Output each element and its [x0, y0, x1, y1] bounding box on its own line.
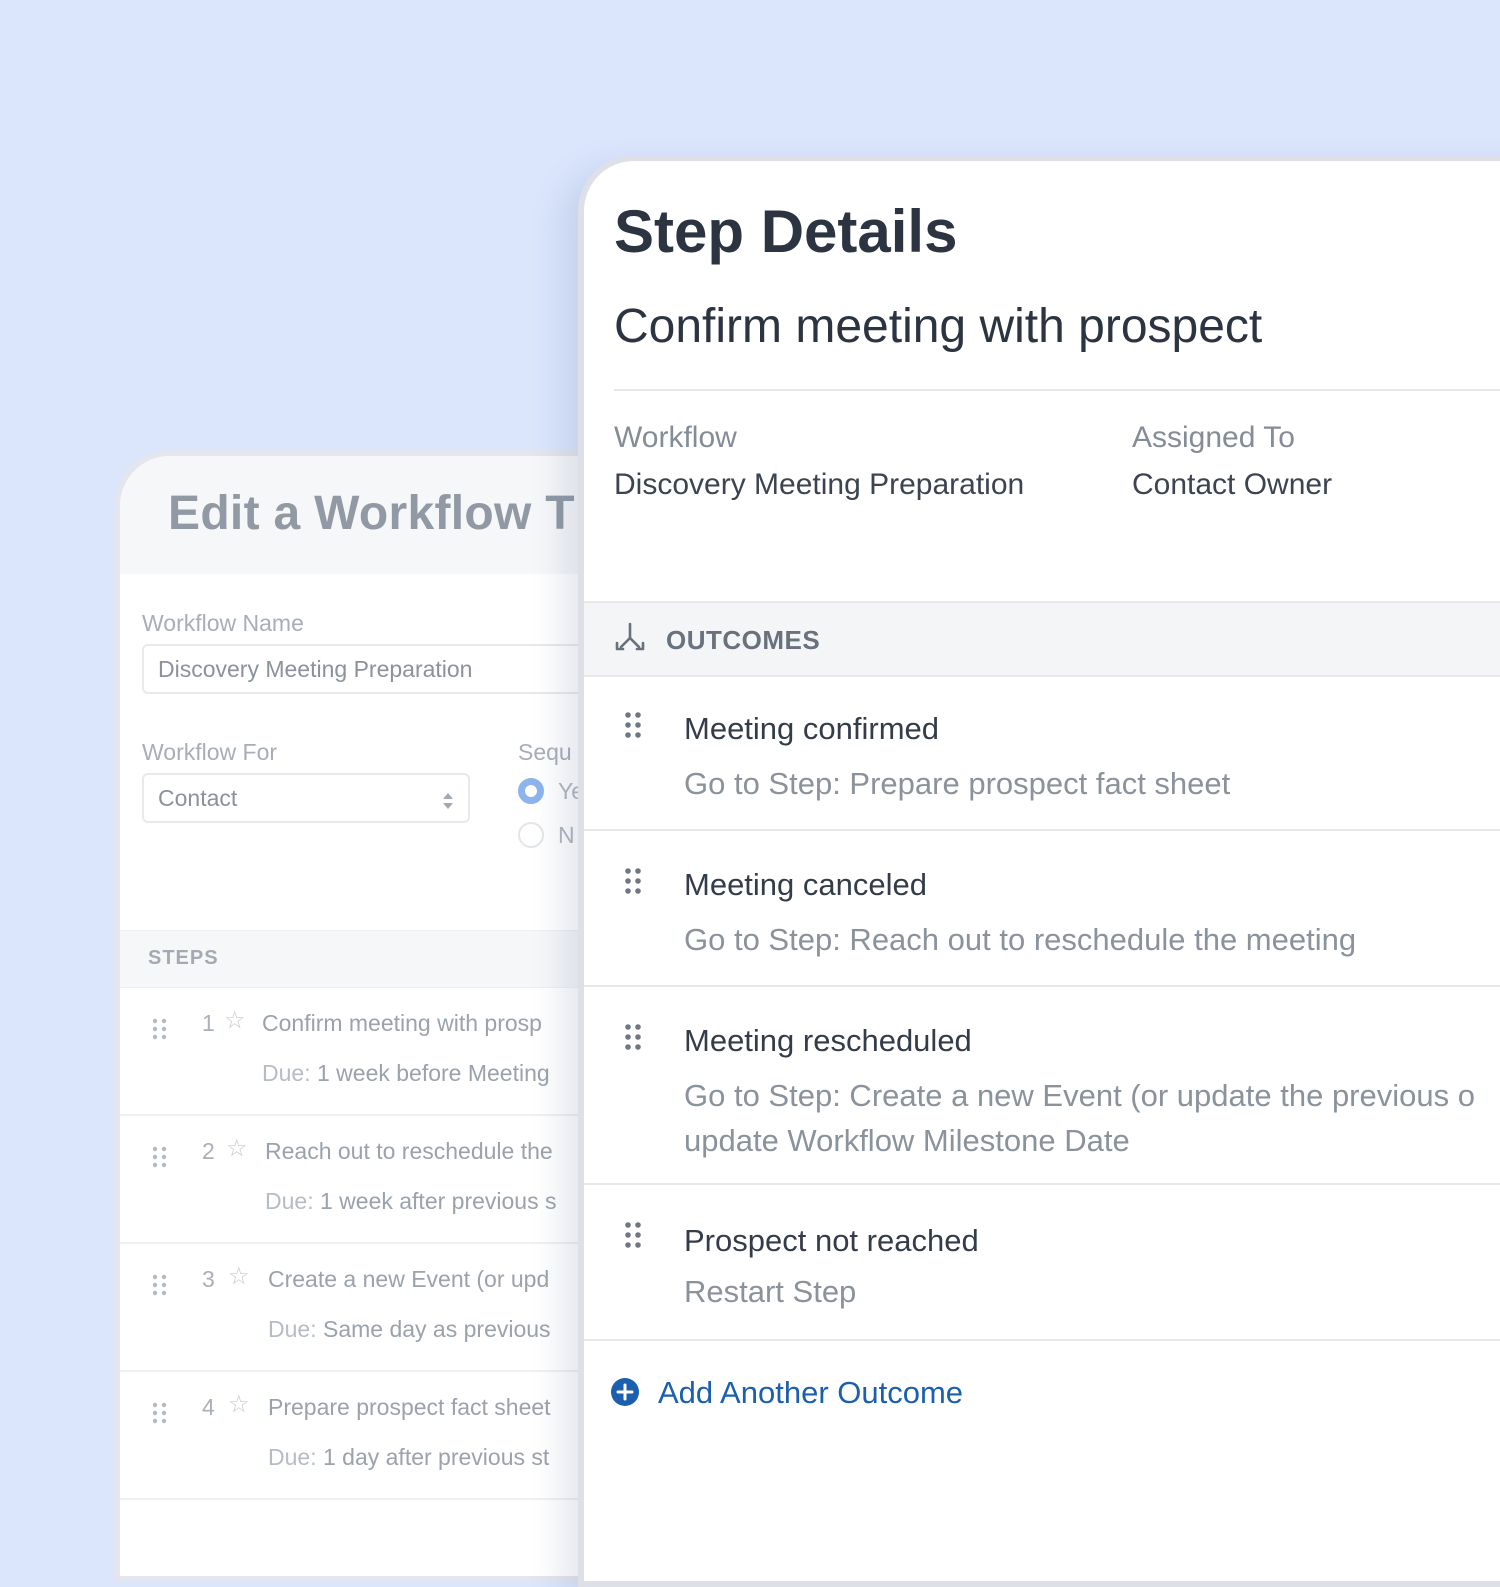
sequential-yes-radio[interactable] — [518, 778, 544, 804]
sequential-no-label: N — [558, 822, 575, 848]
branch-arrows-icon — [615, 622, 645, 651]
due-value: 1 day after previous st — [322, 1444, 550, 1470]
step-title: Confirm meeting with prosp — [262, 1010, 542, 1036]
drag-handle-icon[interactable] — [152, 1146, 168, 1168]
step-due: Due: Same day as previous — [268, 1316, 551, 1343]
outcome-description: Go to Step: Create a new Event (or updat… — [684, 1073, 1475, 1163]
outcome-item[interactable]: Prospect not reached Restart Step — [584, 1185, 1500, 1341]
outcome-description: Go to Step: Prepare prospect fact sheet — [684, 766, 1231, 801]
step-details-title: Step Details — [614, 198, 958, 265]
workflow-for-value: Contact — [158, 785, 238, 811]
workflow-for-label: Workflow For — [142, 739, 278, 765]
divider — [614, 389, 1500, 391]
due-label: Due: — [262, 1060, 311, 1086]
drag-handle-icon[interactable] — [624, 1221, 642, 1249]
due-label: Due: — [268, 1316, 317, 1342]
step-number: 1 — [202, 1010, 215, 1036]
outcome-description-line: Go to Step: Create a new Event (or updat… — [684, 1078, 1475, 1113]
step-details-panel: Step Details Confirm meeting with prospe… — [578, 155, 1500, 1587]
drag-handle-icon[interactable] — [624, 711, 642, 739]
due-value: 1 week after previous s — [319, 1188, 557, 1214]
drag-handle-icon[interactable] — [152, 1402, 168, 1424]
assigned-to-label: Assigned To — [1132, 421, 1295, 454]
step-due: Due: 1 week after previous s — [265, 1188, 557, 1215]
due-label: Due: — [268, 1444, 317, 1470]
step-number: 3 — [202, 1266, 215, 1292]
step-title: Prepare prospect fact sheet — [268, 1394, 551, 1420]
assigned-to-value: Contact Owner — [1132, 468, 1333, 501]
add-another-outcome-label: Add Another Outcome — [658, 1375, 964, 1410]
step-due: Due: 1 day after previous st — [268, 1444, 549, 1471]
drag-handle-icon[interactable] — [152, 1274, 168, 1296]
workflow-value[interactable]: Discovery Meeting Preparation — [614, 468, 1024, 502]
outcome-title: Meeting canceled — [684, 867, 927, 902]
step-due: Due: 1 week before Meeting — [262, 1060, 550, 1087]
due-value: Same day as previous — [322, 1316, 551, 1342]
outcome-title: Meeting confirmed — [684, 711, 940, 746]
drag-handle-icon[interactable] — [152, 1018, 168, 1040]
drag-handle-icon[interactable] — [624, 1023, 642, 1051]
select-arrows-icon — [443, 793, 453, 809]
sequential-label: Sequ — [518, 739, 572, 765]
drag-handle-icon[interactable] — [624, 867, 642, 895]
step-name: Confirm meeting with prospect — [614, 300, 1263, 353]
due-value: 1 week before Meeting — [316, 1060, 550, 1086]
outcome-item[interactable]: Meeting confirmed Go to Step: Prepare pr… — [584, 675, 1500, 831]
outcomes-label: OUTCOMES — [666, 625, 821, 655]
workflow-name-label: Workflow Name — [142, 610, 304, 636]
edit-workflow-title: Edit a Workflow T — [168, 487, 575, 540]
outcome-description-line: update Workflow Milestone Date — [684, 1123, 1130, 1158]
outcomes-section-header: OUTCOMES — [584, 601, 1500, 677]
steps-label: STEPS — [148, 947, 219, 969]
workflow-label: Workflow — [614, 421, 737, 454]
plus-circle-icon — [611, 1378, 639, 1406]
outcome-item[interactable]: Meeting canceled Go to Step: Reach out t… — [584, 831, 1500, 987]
step-title: Reach out to reschedule the — [265, 1138, 553, 1164]
star-outline-icon[interactable]: ☆ — [228, 1390, 250, 1419]
outcome-item[interactable]: Meeting rescheduled Go to Step: Create a… — [584, 987, 1500, 1185]
star-outline-icon[interactable]: ☆ — [224, 1006, 246, 1035]
star-outline-icon[interactable]: ☆ — [228, 1262, 250, 1291]
step-title: Create a new Event (or upd — [268, 1266, 550, 1292]
due-label: Due: — [265, 1188, 314, 1214]
step-number: 4 — [202, 1394, 215, 1420]
star-outline-icon[interactable]: ☆ — [226, 1134, 248, 1163]
sequential-no-radio[interactable] — [518, 822, 544, 848]
outcome-title: Prospect not reached — [684, 1223, 979, 1258]
outcome-description: Go to Step: Reach out to reschedule the … — [684, 922, 1357, 957]
workflow-for-select[interactable]: Contact — [142, 773, 470, 823]
outcome-title: Meeting rescheduled — [684, 1023, 972, 1058]
outcome-description: Restart Step — [684, 1274, 857, 1309]
step-number: 2 — [202, 1138, 215, 1164]
